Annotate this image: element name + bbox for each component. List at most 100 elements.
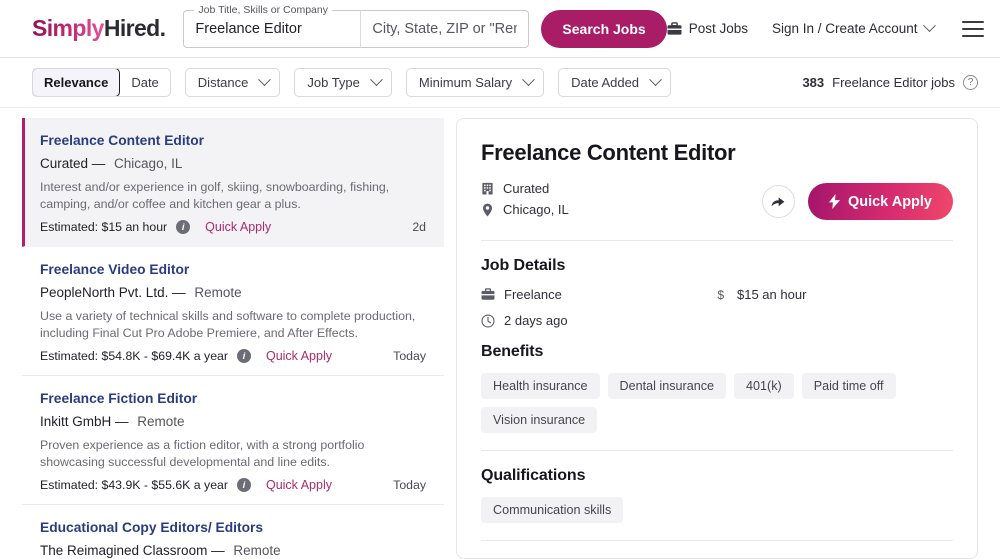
job-card-title[interactable]: Freelance Content Editor — [40, 132, 426, 149]
job-card-location: Remote — [137, 414, 185, 429]
job-result-card[interactable]: Freelance Fiction Editor Inkitt GmbH — R… — [22, 376, 444, 505]
salary-info-icon[interactable]: i — [236, 349, 251, 363]
help-icon[interactable]: ? — [963, 75, 978, 90]
briefcase-icon — [481, 288, 495, 301]
detail-employment-type: Freelance — [481, 287, 717, 302]
detail-pay: $ $15 an hour — [717, 287, 953, 302]
filter-bar: Relevance Date Distance Job Type Minimum… — [0, 58, 1000, 108]
menu-hamburger-icon[interactable] — [961, 20, 984, 37]
filter-date-added[interactable]: Date Added — [558, 68, 672, 97]
job-card-salary: Estimated: $54.8K - $69.4K a year — [40, 349, 228, 363]
filter-distance-label: Distance — [197, 75, 249, 90]
dollar-icon: $ — [717, 288, 728, 302]
job-card-quick-apply[interactable]: Quick Apply — [205, 220, 271, 234]
search-jobs-button[interactable]: Search Jobs — [541, 9, 667, 48]
detail-divider — [481, 240, 953, 241]
detail-divider — [481, 540, 953, 541]
svg-text:$: $ — [717, 288, 724, 302]
job-card-company: The Reimagined Classroom — Remote — [40, 542, 426, 559]
job-card-location: Remote — [233, 543, 281, 558]
job-result-card[interactable]: Educational Copy Editors/ Editors The Re… — [22, 505, 444, 559]
job-card-age: Today — [393, 349, 426, 363]
search-location-input[interactable] — [361, 10, 529, 47]
job-results-list[interactable]: Freelance Content Editor Curated — Chica… — [22, 118, 444, 559]
briefcase-icon — [666, 21, 682, 36]
header-nav: Post Jobs Sign In / Create Account — [666, 19, 984, 37]
detail-company-block: Curated Chicago, IL — [481, 181, 762, 223]
job-card-title[interactable]: Freelance Fiction Editor — [40, 390, 426, 407]
salary-info-icon[interactable]: i — [176, 220, 191, 234]
benefits-heading: Benefits — [481, 343, 544, 360]
chevron-down-icon — [370, 73, 383, 87]
job-card-meta: Estimated: $43.9K - $55.6K a year i Quic… — [40, 478, 426, 492]
share-button[interactable] — [761, 185, 795, 218]
benefit-chip: Health insurance — [481, 373, 600, 399]
job-card-snippet: Proven experience as a fiction editor, w… — [40, 438, 365, 469]
detail-pay-text: $15 an hour — [737, 287, 807, 302]
detail-job-title: Freelance Content Editor — [481, 140, 736, 165]
detail-location: Chicago, IL — [481, 202, 762, 217]
clock-icon — [481, 313, 495, 328]
detail-location-text: Chicago, IL — [503, 202, 569, 217]
detail-actions: Quick Apply — [761, 183, 953, 220]
filter-job-type[interactable]: Job Type — [294, 68, 392, 97]
job-detail-panel[interactable]: Freelance Content Editor Curated Chicago… — [456, 118, 978, 559]
job-card-snippet: Use a variety of technical skills and so… — [40, 309, 416, 340]
quick-apply-button[interactable]: Quick Apply — [807, 183, 953, 220]
job-result-card[interactable]: Freelance Video Editor PeopleNorth Pvt. … — [22, 247, 444, 376]
keyword-field-wrapper: Job Title, Skills or Company — [183, 3, 362, 48]
job-card-company: Curated — Chicago, IL — [40, 155, 426, 172]
filter-minimum-salary[interactable]: Minimum Salary — [405, 68, 545, 97]
job-card-snippet: Interest and/or experience in golf, skii… — [40, 180, 390, 211]
detail-divider — [481, 450, 953, 451]
filter-date-added-label: Date Added — [571, 75, 640, 90]
chevron-down-icon — [522, 73, 535, 87]
detail-header-row: Curated Chicago, IL Quick Apply — [481, 181, 953, 223]
job-card-salary: Estimated: $15 an hour — [40, 220, 168, 234]
simplyhired-logo[interactable]: SimplyHired. — [32, 15, 166, 42]
job-card-company-name: The Reimagined Classroom — — [40, 543, 225, 558]
post-jobs-label: Post Jobs — [688, 21, 748, 36]
job-card-salary: Estimated: $43.9K - $55.6K a year — [40, 478, 228, 492]
sign-in-menu[interactable]: Sign In / Create Account — [772, 19, 936, 36]
job-details-grid: Freelance $ $15 an hour 2 days ago — [481, 287, 953, 339]
keyword-field-label: Job Title, Skills or Company — [194, 3, 332, 17]
detail-posted-text: 2 days ago — [504, 313, 568, 328]
main-content: Freelance Content Editor Curated — Chica… — [0, 108, 1000, 559]
filter-minimum-salary-label: Minimum Salary — [418, 75, 513, 90]
job-card-age: Today — [393, 478, 426, 492]
detail-company-name: Curated — [503, 181, 550, 196]
benefit-chip: 401(k) — [734, 373, 794, 399]
job-count: 383 Freelance Editor jobs ? — [802, 75, 978, 90]
job-card-title[interactable]: Freelance Video Editor — [40, 261, 426, 278]
benefits-chip-list: Health insurance Dental insurance 401(k)… — [481, 373, 953, 433]
job-card-quick-apply[interactable]: Quick Apply — [266, 349, 332, 363]
job-card-quick-apply[interactable]: Quick Apply — [266, 478, 332, 492]
site-header: SimplyHired. Job Title, Skills or Compan… — [0, 0, 1000, 58]
post-jobs-link[interactable]: Post Jobs — [666, 21, 748, 36]
quick-apply-label: Quick Apply — [847, 193, 932, 210]
sort-option-relevance[interactable]: Relevance — [32, 69, 121, 96]
filter-job-type-label: Job Type — [307, 75, 360, 90]
sort-option-date[interactable]: Date — [120, 69, 169, 96]
job-result-card[interactable]: Freelance Content Editor Curated — Chica… — [22, 118, 444, 247]
qualification-chip: Communication skills — [481, 497, 624, 523]
job-card-title[interactable]: Educational Copy Editors/ Editors — [40, 519, 426, 536]
detail-employment-type-text: Freelance — [504, 287, 562, 302]
job-card-meta: Estimated: $54.8K - $69.4K a year i Quic… — [40, 349, 426, 363]
job-count-number: 383 — [802, 75, 825, 90]
benefit-chip: Paid time off — [801, 373, 896, 399]
logo-text-simply: Simply — [32, 15, 104, 41]
job-count-label: Freelance Editor jobs — [832, 75, 955, 90]
job-card-company: Inkitt GmbH — Remote — [40, 413, 426, 430]
salary-info-icon[interactable]: i — [236, 478, 251, 492]
filter-distance[interactable]: Distance — [184, 68, 281, 97]
detail-company: Curated — [481, 181, 762, 196]
chevron-down-icon — [258, 73, 272, 87]
logo-text-hired: Hired. — [103, 15, 166, 41]
chevron-down-icon — [649, 73, 662, 87]
chevron-down-icon — [922, 19, 936, 33]
location-pin-icon — [481, 203, 494, 217]
job-card-location: Remote — [194, 285, 242, 300]
job-details-heading: Job Details — [481, 257, 566, 274]
